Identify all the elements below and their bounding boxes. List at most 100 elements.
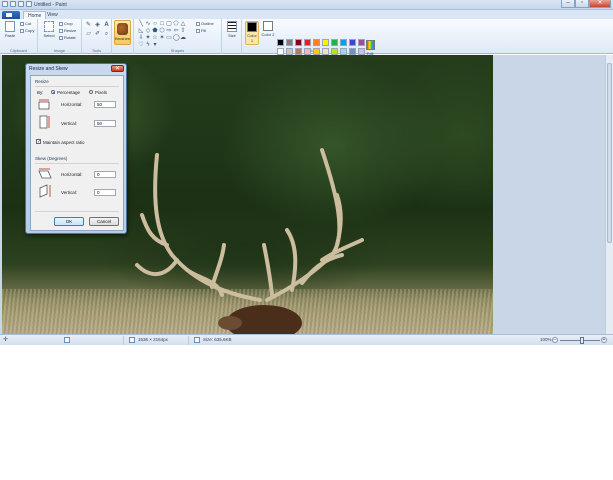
cut-button[interactable]: Cut (20, 21, 31, 26)
color-picker-icon[interactable]: ✐ (94, 31, 101, 38)
skew-vertical-label: Vertical: (61, 190, 78, 195)
status-bar: ✛ 1536 × 2154px Size: 635.6KB 100% − + (0, 334, 613, 345)
palette-swatch[interactable] (340, 48, 347, 55)
palette-swatch[interactable] (295, 48, 302, 55)
select-button[interactable]: Select (41, 21, 57, 43)
minimize-button[interactable]: – (561, 0, 575, 8)
rotate-button[interactable]: Rotate (59, 35, 76, 40)
pixels-radio[interactable] (89, 90, 93, 94)
scrollbar-thumb[interactable] (607, 63, 612, 243)
paint-menu-button[interactable] (2, 11, 20, 19)
skew-horizontal-input[interactable] (94, 171, 116, 178)
paste-button[interactable]: Paste (2, 21, 18, 43)
palette-swatch[interactable] (295, 39, 302, 46)
pentagon-shape-icon[interactable]: ⬟ (152, 28, 158, 34)
right-triangle-shape-icon[interactable]: ◺ (138, 28, 144, 34)
fill-button[interactable]: Fill (196, 28, 206, 33)
undo-icon[interactable] (18, 1, 24, 7)
star4-shape-icon[interactable]: ✦ (145, 35, 151, 41)
star5-shape-icon[interactable]: ☆ (152, 35, 158, 41)
paint-app-icon[interactable] (2, 1, 8, 7)
palette-swatch[interactable] (286, 48, 293, 55)
palette-swatch[interactable] (286, 39, 293, 46)
save-icon[interactable] (10, 1, 16, 7)
polygon-shape-icon[interactable]: ⬠ (173, 21, 179, 27)
elk-ear (218, 316, 242, 330)
magnifier-icon[interactable]: ⌕ (103, 31, 110, 38)
resize-vertical-input[interactable] (94, 120, 116, 127)
group-label-clipboard: Clipboard (9, 48, 28, 53)
left-arrow-shape-icon[interactable]: ⇦ (173, 28, 179, 34)
palette-swatch[interactable] (277, 39, 284, 46)
oval-shape-icon[interactable]: ○ (152, 21, 158, 27)
text-icon[interactable]: A (103, 22, 110, 29)
maximize-button[interactable]: ▫ (575, 0, 589, 8)
vertical-scrollbar[interactable] (605, 55, 613, 334)
curve-shape-icon[interactable]: ∿ (145, 21, 151, 27)
skew-section-label: Skew (Degrees) (35, 156, 68, 161)
palette-swatch[interactable] (313, 39, 320, 46)
resize-icon (59, 28, 63, 33)
palette-swatch[interactable] (331, 39, 338, 46)
percentage-radio[interactable] (51, 90, 55, 94)
zoom-level: 100% (540, 337, 552, 342)
pencil-icon[interactable]: ✎ (85, 22, 92, 29)
callout-rect-shape-icon[interactable]: ▭ (166, 35, 172, 41)
palette-swatch[interactable] (304, 39, 311, 46)
right-arrow-shape-icon[interactable]: ⇨ (166, 28, 172, 34)
pixels-label: Pixels (95, 90, 108, 95)
dialog-close-button[interactable]: ✕ (111, 65, 124, 72)
zoom-in-button[interactable]: + (601, 337, 607, 343)
palette-swatch[interactable] (313, 48, 320, 55)
divider (188, 336, 189, 345)
crop-button[interactable]: Crop (59, 21, 73, 26)
palette-swatch[interactable] (322, 39, 329, 46)
triangle-shape-icon[interactable]: △ (180, 21, 186, 27)
line-shape-icon[interactable]: ╲ (138, 21, 144, 27)
scissors-icon (20, 21, 24, 26)
group-size: Size (222, 19, 242, 54)
outline-button[interactable]: Outline (196, 21, 214, 26)
zoom-out-button[interactable]: − (552, 337, 558, 343)
ok-button[interactable]: OK (54, 217, 84, 226)
color2-button[interactable]: Color 2 (261, 21, 275, 45)
copy-button[interactable]: Copy (20, 28, 34, 33)
palette-swatch[interactable] (349, 39, 356, 46)
resize-horizontal-input[interactable] (94, 101, 116, 108)
resize-button[interactable]: Resize (59, 28, 76, 33)
palette-swatch[interactable] (349, 48, 356, 55)
skew-horizontal-label: Horizontal: (61, 172, 83, 177)
palette-swatch[interactable] (322, 48, 329, 55)
palette-swatch[interactable] (304, 48, 311, 55)
skew-vertical-input[interactable] (94, 189, 116, 196)
tab-view[interactable]: View (43, 11, 62, 19)
title-bar: Untitled - Paint – ▫ ✕ (0, 0, 613, 10)
rectangle-shape-icon[interactable]: □ (159, 21, 165, 27)
up-arrow-shape-icon[interactable]: ⇧ (180, 28, 186, 34)
palette-swatch[interactable] (340, 39, 347, 46)
close-button[interactable]: ✕ (589, 0, 611, 8)
palette-swatch[interactable] (277, 48, 284, 55)
down-arrow-shape-icon[interactable]: ⇩ (138, 35, 144, 41)
cloud-shape-icon[interactable]: ☁ (180, 35, 186, 41)
diamond-shape-icon[interactable]: ◇ (145, 28, 151, 34)
maintain-aspect-checkbox[interactable]: ✓ (36, 139, 41, 145)
palette-swatch[interactable] (331, 48, 338, 55)
zoom-slider-thumb[interactable] (580, 337, 584, 344)
star6-shape-icon[interactable]: ✶ (159, 35, 165, 41)
resize-vertical-icon (39, 115, 50, 129)
brush-icon (117, 23, 128, 35)
shapes-gallery: ╲ ∿ ○ □ ▢ ⬠ △ ◺ ◇ ⬟ ⬡ ⇨ ⇦ ⇧ ⇩ ✦ ☆ ✶ ▭ ◯ … (138, 21, 190, 48)
cancel-button[interactable]: Cancel (89, 217, 119, 226)
rounded-rect-shape-icon[interactable]: ▢ (166, 21, 172, 27)
eraser-icon[interactable]: ▱ (85, 31, 92, 38)
fill-bucket-icon[interactable]: ◈ (94, 22, 101, 29)
callout-oval-shape-icon[interactable]: ◯ (173, 35, 180, 41)
dialog-body: Resize By: Percentage Pixels Horizontal:… (30, 75, 124, 231)
image-dimensions-icon (129, 337, 135, 343)
hexagon-shape-icon[interactable]: ⬡ (159, 28, 165, 34)
redo-icon[interactable] (26, 1, 32, 7)
size-button[interactable]: Size (224, 21, 240, 43)
brushes-button[interactable]: Brushes (114, 20, 131, 45)
color1-button[interactable]: Color 1 (245, 21, 259, 45)
